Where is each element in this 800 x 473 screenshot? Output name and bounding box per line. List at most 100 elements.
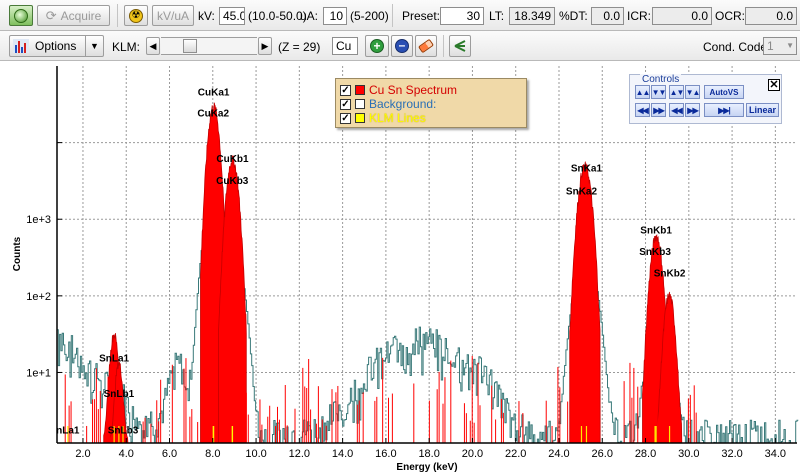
chevron-down-icon: ▼ <box>786 41 794 50</box>
klm-prev-button[interactable]: ◀ <box>146 37 160 55</box>
x-tick-label: 20.0 <box>462 448 483 460</box>
scale-down-button[interactable]: ▼▼ <box>651 85 666 99</box>
display-toolbar: Options ▼ KLM: ◀ ▶ (Z = 29) Cu + – Cond.… <box>0 31 800 61</box>
cond-code-label: Cond. Code: <box>703 40 771 54</box>
klm-next-button[interactable]: ▶ <box>258 37 272 55</box>
peak-label: SnKb2 <box>654 268 686 279</box>
peak-label: nLa1 <box>56 425 80 436</box>
autovs-label: AutoVS <box>709 87 739 97</box>
options-button[interactable]: Options ▼ <box>9 35 104 57</box>
x-tick-label: 14.0 <box>332 448 353 460</box>
kv-field[interactable]: 45.0 <box>219 7 245 25</box>
x-tick-label: 26.0 <box>592 448 613 460</box>
start-icon <box>14 8 28 23</box>
klm-slider-thumb[interactable] <box>183 39 198 53</box>
legend: ✓ Cu Sn Spectrum ✓ Background: ✓ KLM Lin… <box>335 78 527 128</box>
ua-label: uA: <box>300 9 319 23</box>
peak-label: CuKb1 <box>216 154 249 165</box>
chevron-right-icon: ▶ <box>261 40 269 51</box>
acquisition-toolbar: ⟳ Acquire ☢ kV/uA kV: 45.0 (10.0-50.0) u… <box>0 0 800 31</box>
peak-label: CuKa2 <box>197 108 229 119</box>
legend-swatch-spectrum <box>355 85 365 95</box>
zoom-right-button[interactable]: ▶▶ <box>651 103 666 117</box>
fast-forward-icon: ▶▶ <box>653 105 664 115</box>
kvua-button[interactable]: kV/uA <box>152 5 194 26</box>
legend-item-spectrum[interactable]: ✓ Cu Sn Spectrum <box>340 83 457 97</box>
add-element-button[interactable]: + <box>365 35 389 57</box>
ua-range: (5-200) <box>350 9 389 23</box>
x-tick-label: 12.0 <box>289 448 310 460</box>
autovs-button[interactable]: AutoVS <box>704 85 744 99</box>
klm-slider-track[interactable] <box>161 37 257 55</box>
options-label: Options <box>35 39 77 53</box>
legend-label-spectrum: Cu Sn Spectrum <box>369 83 458 97</box>
x-tick-label: 32.0 <box>721 448 742 460</box>
double-left-icon: ◀◀ <box>671 105 682 115</box>
x-tick-label: 28.0 <box>635 448 656 460</box>
acquire-button[interactable]: ⟳ Acquire <box>37 5 110 26</box>
ocr-value: 0.0 <box>745 7 797 25</box>
acquire-icon: ⟳ <box>45 7 57 23</box>
peak-tool-button[interactable] <box>449 35 471 57</box>
linear-label: Linear <box>748 105 776 115</box>
double-right-icon: ▶▶ <box>687 105 698 115</box>
peak-label: SnKb1 <box>640 226 672 237</box>
ua-field[interactable]: 10 <box>323 7 347 25</box>
separator <box>392 4 393 27</box>
background-series <box>57 189 799 444</box>
legend-item-klm-lines[interactable]: ✓ KLM Lines <box>340 111 426 125</box>
skip-forward-icon: ▶▶| <box>718 105 731 115</box>
shift-down-button[interactable]: ▼▲ <box>685 85 700 99</box>
linear-log-toggle[interactable]: Linear <box>746 103 779 117</box>
preset-field[interactable]: 30 <box>440 7 484 25</box>
kv-range: (10.0-50.0) <box>248 9 307 23</box>
controls-panel: Controls ▲▲ ▼▼ ▲▼ ▼▲ AutoVS ◀◀ ▶▶ ◀◀ ▶▶ … <box>629 74 782 124</box>
element-field[interactable]: Cu <box>332 37 358 55</box>
full-range-button[interactable]: ▶▶| <box>704 103 744 117</box>
icr-label: ICR: <box>627 9 651 23</box>
close-icon[interactable]: ✕ <box>768 79 780 91</box>
y-tick-label: 1e+2 <box>26 291 51 303</box>
checkbox-background[interactable]: ✓ <box>340 98 351 110</box>
shift-up-button[interactable]: ▲▼ <box>669 85 684 99</box>
spectrum-series <box>64 102 697 444</box>
z-readout: (Z = 29) <box>278 40 321 54</box>
peak-label: SnKa2 <box>566 187 598 198</box>
rewind-icon: ◀◀ <box>637 105 648 115</box>
separator <box>117 4 118 27</box>
pan-right-button[interactable]: ▶▶ <box>685 103 700 117</box>
chevron-down-icon[interactable]: ▼ <box>85 36 103 56</box>
start-button[interactable] <box>9 5 33 26</box>
kvua-label: kV/uA <box>156 8 189 23</box>
spectrum-icon <box>13 39 29 53</box>
zoom-left-button[interactable]: ◀◀ <box>635 103 650 117</box>
eraser-icon <box>417 38 435 54</box>
x-tick-label: 22.0 <box>505 448 526 460</box>
eraser-button[interactable] <box>415 35 437 57</box>
checkbox-spectrum[interactable]: ✓ <box>340 84 351 96</box>
x-tick-label: 16.0 <box>375 448 396 460</box>
legend-item-background[interactable]: ✓ Background: <box>340 97 436 111</box>
dt-value: 0.0 <box>591 7 624 25</box>
x-tick-label: 10.0 <box>245 448 266 460</box>
scale-up-button[interactable]: ▲▲ <box>635 85 650 99</box>
ocr-label: OCR: <box>715 9 745 23</box>
x-tick-label: 4.0 <box>119 448 134 460</box>
cond-code-select[interactable]: 1 ▼ <box>763 37 797 55</box>
checkbox-klm-lines[interactable]: ✓ <box>340 112 351 124</box>
y-tick-label: 1e+3 <box>26 214 51 226</box>
separator <box>443 35 444 57</box>
remove-element-button[interactable]: – <box>391 35 413 57</box>
xray-button[interactable]: ☢ <box>124 5 148 26</box>
peak-label: SnLb3 <box>108 425 139 436</box>
x-tick-label: 30.0 <box>678 448 699 460</box>
preset-label: Preset: <box>402 9 441 23</box>
plus-icon: + <box>370 39 384 53</box>
x-tick-label: 18.0 <box>418 448 439 460</box>
x-tick-label: 8.0 <box>205 448 220 460</box>
peak-label: SnKa1 <box>571 163 603 174</box>
dt-label: %DT: <box>559 9 588 23</box>
pan-left-button[interactable]: ◀◀ <box>669 103 684 117</box>
klm-label: KLM: <box>112 40 141 54</box>
radiation-icon: ☢ <box>129 8 143 23</box>
